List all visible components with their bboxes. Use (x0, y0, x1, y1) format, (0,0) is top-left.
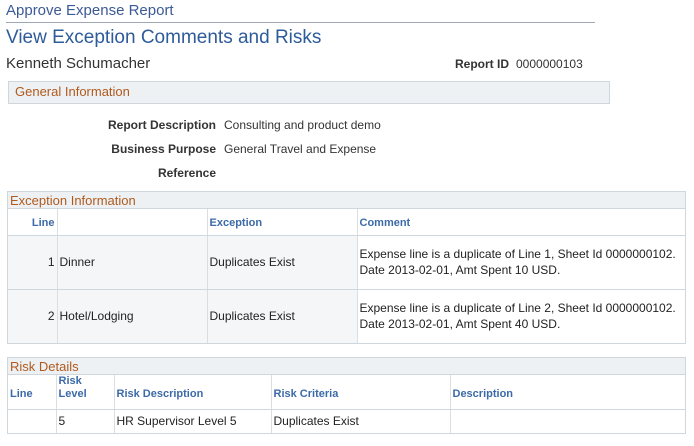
table-row: 1 Dinner Duplicates Exist Expense line i… (8, 235, 685, 290)
table-row: 5 HR Supervisor Level 5 Duplicates Exist (8, 409, 685, 433)
risk-extra-description (450, 410, 685, 433)
risk-line (8, 409, 57, 433)
employee-name: Kenneth Schumacher (6, 55, 151, 72)
line-number: 1 (8, 235, 58, 290)
expense-item: Hotel/Lodging (57, 289, 208, 343)
exception-comment: Expense line is a duplicate of Line 1, S… (357, 235, 685, 290)
report-id-value: 0000000103 (516, 57, 583, 71)
report-id-label: Report ID (455, 57, 509, 71)
exception-header-row: Line Exception Comment (8, 209, 685, 236)
exception-information-grid: Exception Information Line Exception Com… (7, 191, 686, 344)
column-header-line[interactable]: Line (8, 375, 57, 410)
risk-criteria: Duplicates Exist (271, 409, 451, 433)
table-row: 2 Hotel/Lodging Duplicates Exist Expense… (8, 289, 685, 343)
exception-type: Duplicates Exist (207, 289, 358, 343)
risk-details-grid: Risk Details Line Risk Level Risk Descri… (7, 357, 686, 434)
breadcrumb: Approve Expense Report (6, 2, 174, 19)
column-header-description[interactable]: Description (450, 375, 685, 410)
business-purpose-label: Business Purpose (111, 142, 216, 156)
risk-description: HR Supervisor Level 5 (114, 409, 272, 433)
page-title: View Exception Comments and Risks (6, 27, 322, 48)
column-header-risk-criteria[interactable]: Risk Criteria (271, 375, 451, 410)
general-information-header: General Information (8, 81, 610, 104)
risk-level: 5 (56, 409, 115, 433)
risk-header-row: Line Risk Level Risk Description Risk Cr… (8, 375, 685, 410)
risk-details-title: Risk Details (8, 358, 685, 375)
column-header-exception[interactable]: Exception (207, 209, 358, 236)
column-header-comment[interactable]: Comment (357, 209, 685, 236)
column-header-item (57, 209, 208, 236)
breadcrumb-divider (6, 22, 595, 23)
exception-information-title: Exception Information (8, 192, 685, 209)
column-header-risk-level[interactable]: Risk Level (56, 375, 115, 410)
column-header-risk-description[interactable]: Risk Description (114, 375, 272, 410)
line-number: 2 (8, 289, 58, 343)
expense-item: Dinner (57, 235, 208, 290)
risk-table: Line Risk Level Risk Description Risk Cr… (8, 375, 685, 433)
report-description-label: Report Description (107, 118, 216, 132)
reference-label: Reference (157, 166, 216, 180)
exception-type: Duplicates Exist (207, 235, 358, 290)
exception-table: Line Exception Comment 1 Dinner Duplicat… (8, 209, 685, 343)
report-description-value: Consulting and product demo (224, 118, 381, 132)
column-header-line[interactable]: Line (8, 209, 58, 236)
business-purpose-value: General Travel and Expense (224, 142, 377, 156)
exception-comment: Expense line is a duplicate of Line 2, S… (357, 289, 685, 343)
